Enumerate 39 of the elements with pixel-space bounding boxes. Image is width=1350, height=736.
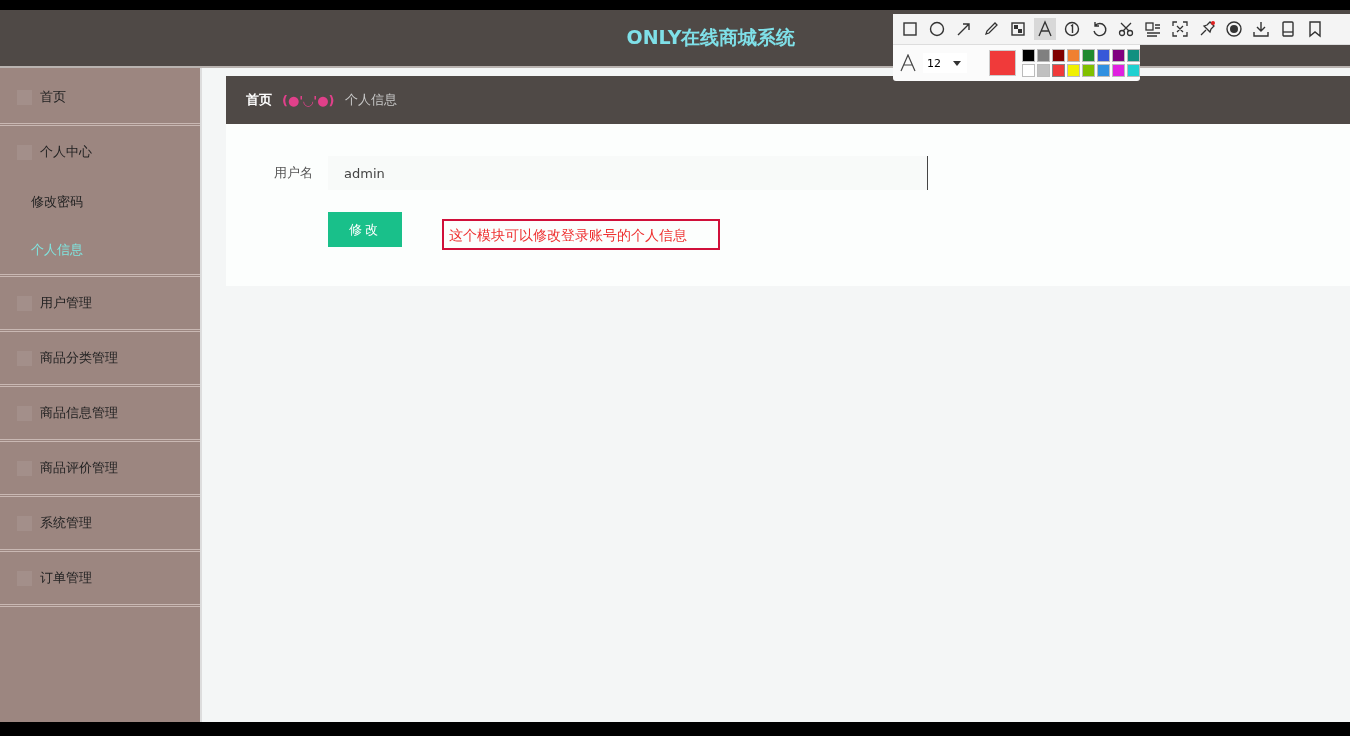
annotation-box: 这个模块可以修改登录账号的个人信息 [442,219,720,250]
breadcrumb-separator: (●'◡'●) [282,92,335,108]
sidebar-item[interactable]: 首页 [0,71,200,123]
color-swatch[interactable] [1037,49,1050,62]
sidebar-item[interactable]: 商品分类管理 [0,332,200,384]
color-swatch[interactable] [1112,64,1125,77]
breadcrumb-link[interactable]: 首页 [246,91,272,109]
sidebar-item[interactable]: 系统管理 [0,497,200,549]
scan-icon[interactable] [1169,18,1191,40]
current-color-swatch[interactable] [989,50,1016,76]
color-swatch[interactable] [1022,49,1035,62]
color-swatch[interactable] [1067,64,1080,77]
color-swatch[interactable] [1127,64,1140,77]
input-field[interactable]: admin [328,156,928,190]
color-swatch[interactable] [1052,64,1065,77]
color-swatch[interactable] [1082,49,1095,62]
sidebar-item[interactable]: 商品评价管理 [0,442,200,494]
sidebar-item[interactable]: 用户管理 [0,277,200,329]
font-icon [899,54,917,72]
font-size-dropdown[interactable]: 12 [923,53,967,73]
color-swatch[interactable] [1082,64,1095,77]
text-icon[interactable] [1034,18,1056,40]
color-swatch[interactable] [1097,64,1110,77]
sidebar-item[interactable]: 商品信息管理 [0,387,200,439]
color-swatch[interactable] [1037,64,1050,77]
submenu-item[interactable]: 修改密码 [0,178,200,226]
color-swatch[interactable] [1067,49,1080,62]
color-swatch[interactable] [1097,49,1110,62]
field-label: 用户名 [274,164,314,182]
breadcrumb-current: 个人信息 [344,91,397,109]
caret-icon[interactable] [953,60,961,66]
sidebar-item[interactable]: 订单管理 [0,552,200,604]
color-swatch[interactable] [1052,49,1065,62]
record-icon[interactable] [1223,18,1245,40]
site-title: ONLY在线商城系统 [626,25,796,50]
color-swatch[interactable] [1112,49,1125,62]
color-swatch[interactable] [1022,64,1035,77]
color-swatch[interactable] [1127,49,1140,62]
sidebar-item[interactable]: 个人中心 [0,126,200,178]
